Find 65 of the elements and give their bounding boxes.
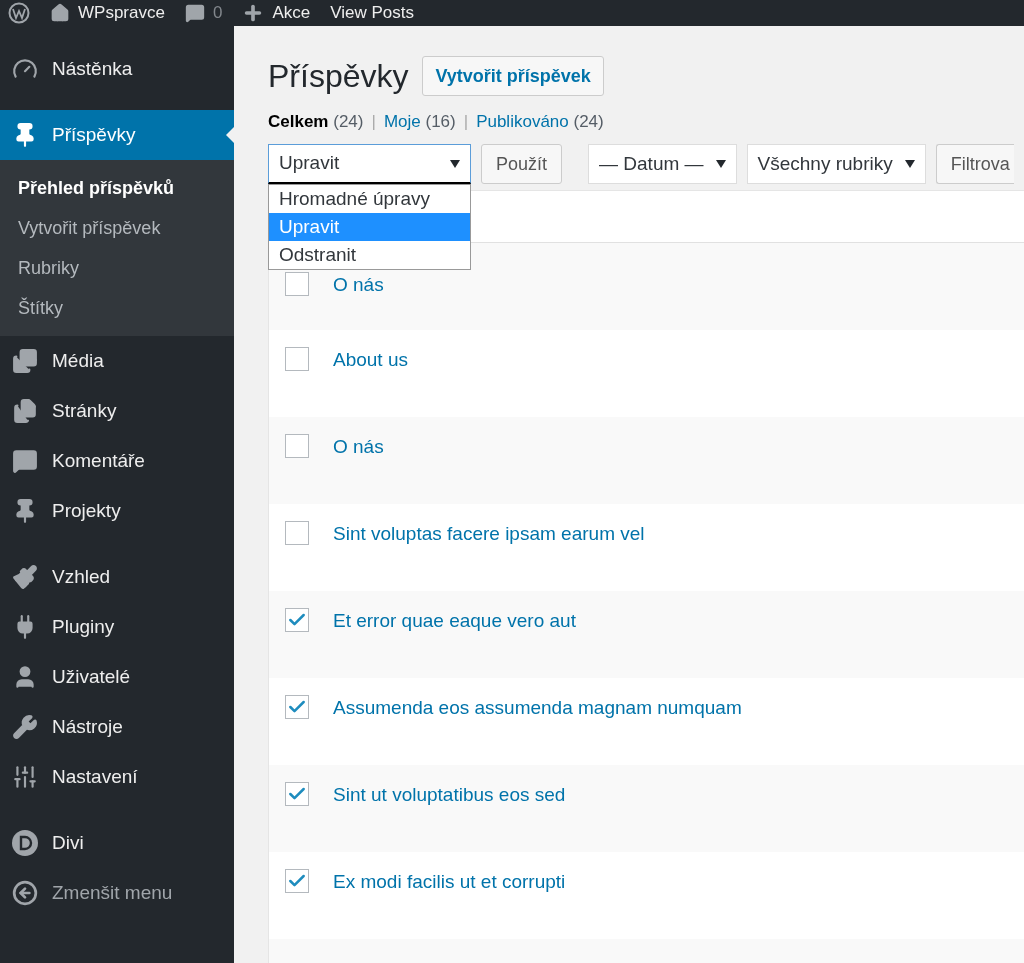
letter-d-circle-icon — [12, 830, 38, 856]
sidebar-menu-item[interactable]: Zmenšit menu — [0, 868, 234, 918]
add-new-button[interactable]: Vytvořit příspěvek — [422, 56, 604, 96]
post-title-link[interactable]: Sint voluptas facere ipsam earum vel — [333, 520, 645, 549]
post-title-link[interactable]: Sint ut voluptatibus eos sed — [333, 781, 566, 810]
page-title: Příspěvky — [268, 57, 409, 96]
admin-bar-link[interactable]: View Posts — [330, 0, 414, 26]
filter-button[interactable]: Filtrova — [935, 144, 1014, 184]
apply-button[interactable]: Použít — [481, 144, 563, 184]
sidebar-menu-item[interactable]: Divi — [0, 818, 234, 868]
media-icon — [12, 348, 38, 374]
sidebar-menu-item[interactable]: Nástěnka — [0, 44, 234, 94]
row-checkbox[interactable] — [285, 272, 309, 296]
category-select[interactable]: Všechny rubriky — [746, 144, 926, 184]
separator: | — [462, 111, 470, 134]
post-title-link[interactable]: About us — [333, 346, 408, 375]
post-title-link[interactable]: Assumenda eos assumenda magnam numquam — [333, 694, 742, 723]
caret-icon — [715, 160, 726, 168]
post-title-link[interactable]: O nás — [333, 433, 384, 462]
wrench-icon — [12, 714, 38, 740]
sidebar-menu-item[interactable]: Nastavení — [0, 752, 234, 802]
separator: | — [370, 111, 377, 134]
post-title-link[interactable]: Et error quae eaque vero aut — [333, 607, 576, 636]
dropdown-option[interactable]: Odstranit — [269, 241, 470, 269]
view-filter-link[interactable]: Celkem (24) — [268, 109, 364, 135]
wordpress-logo-icon[interactable] — [8, 2, 30, 24]
submenu-item[interactable]: Rubriky — [0, 248, 234, 288]
post-title-link[interactable]: Ex modi facilis ut et corrupti — [333, 868, 566, 897]
post-title-link[interactable]: O nás — [333, 271, 384, 300]
caret-icon — [904, 160, 915, 168]
row-checkbox[interactable] — [285, 869, 309, 893]
bulk-action-select[interactable]: Upravit — [268, 144, 471, 184]
paintbrush-icon — [12, 564, 38, 590]
sidebar-menu-item[interactable]: Vzhled — [0, 552, 234, 602]
view-filter-link[interactable]: Moje (16) — [383, 109, 456, 135]
sliders-icon — [12, 764, 38, 790]
view-filter-link[interactable]: Publikováno (24) — [476, 109, 604, 135]
pages-icon — [12, 398, 38, 424]
admin-bar-link[interactable]: 0 — [212, 0, 223, 26]
sidebar-menu-item[interactable]: Stránky — [0, 386, 234, 436]
sidebar-menu-item[interactable]: Média — [0, 336, 234, 386]
sidebar-menu-item[interactable]: Komentáře — [0, 436, 234, 486]
sidebar-menu-item[interactable]: Uživatelé — [0, 652, 234, 702]
row-checkbox[interactable] — [285, 434, 309, 458]
sidebar-menu-item[interactable]: Pluginy — [0, 602, 234, 652]
sidebar-menu-item[interactable]: Příspěvky — [0, 110, 234, 160]
comment-icon — [184, 3, 205, 23]
submenu-item[interactable]: Přehled příspěvků — [0, 168, 234, 208]
comment-icon — [12, 448, 38, 474]
sidebar-menu-item[interactable]: Nástroje — [0, 702, 234, 752]
submenu-item[interactable]: Štítky — [0, 288, 234, 328]
caret-icon — [450, 159, 460, 168]
date-select[interactable]: — Datum — — [588, 144, 737, 184]
home-icon — [50, 3, 70, 23]
submenu-item[interactable]: Vytvořit příspěvek — [0, 208, 234, 248]
row-checkbox[interactable] — [285, 521, 309, 545]
current-menu-pointer-icon — [226, 127, 234, 143]
dropdown-option[interactable]: Hromadné úpravy — [269, 185, 470, 213]
admin-bar-link[interactable]: WPspravce — [78, 0, 165, 26]
row-checkbox[interactable] — [285, 347, 309, 371]
row-checkbox[interactable] — [285, 695, 309, 719]
row-checkbox[interactable] — [285, 608, 309, 632]
admin-bar-link[interactable]: Akce — [272, 0, 311, 26]
sidebar-menu-item[interactable]: Projekty — [0, 486, 234, 536]
row-checkbox[interactable] — [285, 782, 309, 806]
